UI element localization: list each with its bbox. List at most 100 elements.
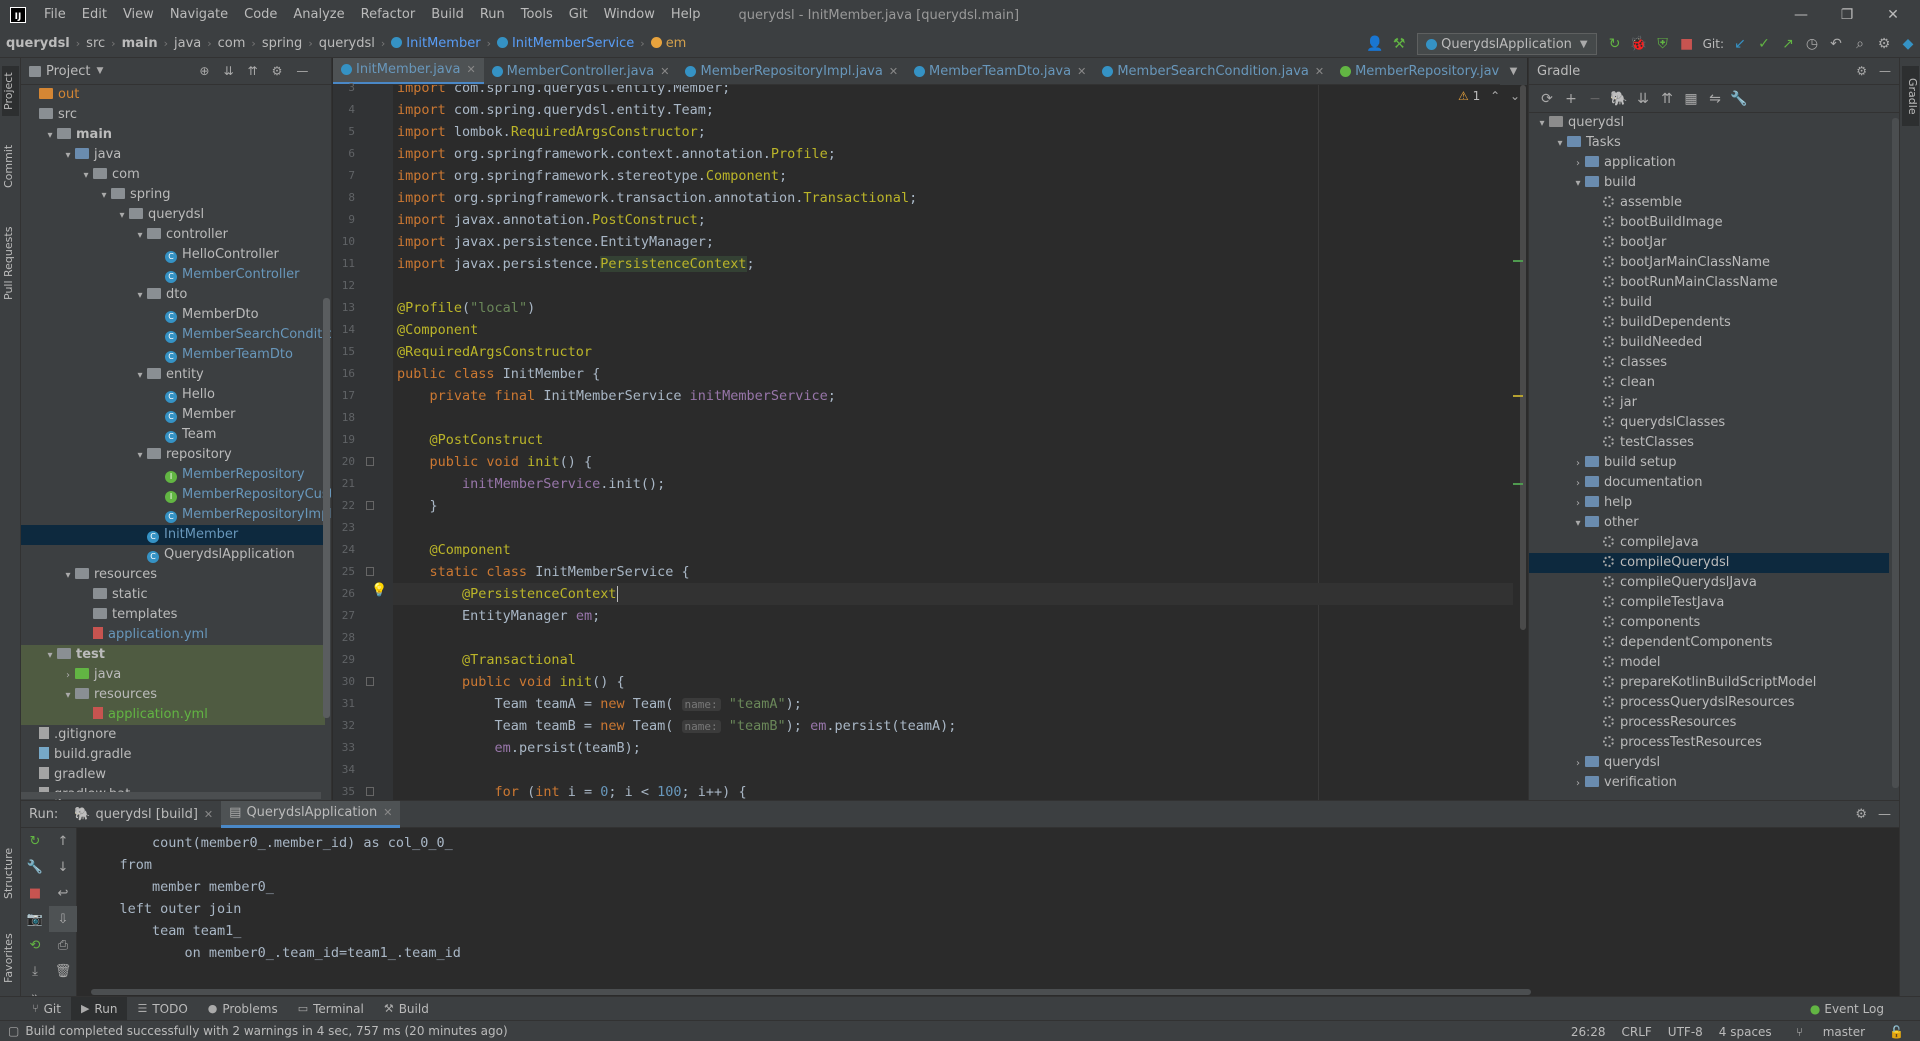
gradle-tree-item[interactable]: ▾ build <box>1529 173 1889 193</box>
code-line[interactable]: @Component <box>397 319 478 341</box>
gear-icon[interactable]: ⚙ <box>1856 64 1867 78</box>
project-tree-item[interactable]: .gitignore <box>21 725 325 745</box>
project-tree-item[interactable]: out <box>21 85 325 105</box>
gear-icon[interactable]: ⚙ <box>272 64 283 78</box>
gradle-tree-item[interactable]: › querydsl <box>1529 753 1889 773</box>
code-line[interactable]: initMemberService.init(); <box>397 473 665 495</box>
wrench-icon[interactable]: 🔧 <box>1727 87 1751 111</box>
gradle-tree-item[interactable]: querydslClasses <box>1529 413 1889 433</box>
project-tree-item[interactable]: › java <box>21 665 325 685</box>
project-tree-item[interactable]: ▾ controller <box>21 225 325 245</box>
code-line[interactable]: em.persist(teamB); <box>397 737 641 759</box>
project-tree-item[interactable]: ▾ resources <box>21 685 325 705</box>
collapse-all-icon[interactable]: ⇈ <box>248 64 258 78</box>
gradle-tree-item[interactable]: processQuerydslResources <box>1529 693 1889 713</box>
gradle-tree-item[interactable]: › verification <box>1529 773 1889 793</box>
add-icon[interactable]: + <box>1559 87 1583 111</box>
gradle-tree-item[interactable]: compileQuerydslJava <box>1529 573 1889 593</box>
code-line[interactable]: import com.spring.querydsl.entity.Team; <box>397 99 714 121</box>
project-tree-item[interactable]: src <box>21 105 325 125</box>
code-line[interactable]: import org.springframework.context.annot… <box>397 143 836 165</box>
warning-indicator[interactable]: ⚠ 1 ⌃ ⌄ <box>1458 89 1520 103</box>
caret-position[interactable]: 26:28 <box>1563 1025 1614 1039</box>
gradle-tree-item[interactable]: compileJava <box>1529 533 1889 553</box>
gradle-tree-item[interactable]: ▾ Tasks <box>1529 133 1889 153</box>
close-tab-icon[interactable]: ✕ <box>1077 65 1086 78</box>
breadcrumb-main[interactable]: main <box>116 36 158 51</box>
code-line[interactable]: public void init() { <box>397 671 625 693</box>
code-line[interactable]: import org.springframework.transaction.a… <box>397 187 917 209</box>
gradle-tree-item[interactable]: ▾ other <box>1529 513 1889 533</box>
rerun-icon[interactable]: ↻ <box>1603 32 1627 56</box>
chevron-icon[interactable]: ▾ <box>115 206 129 226</box>
breadcrumb-querydsl[interactable]: querydsl <box>313 36 375 51</box>
code-line[interactable]: EntityManager em; <box>397 605 600 627</box>
menu-analyze[interactable]: Analyze <box>285 0 352 30</box>
lock-icon[interactable]: 🔓 <box>1881 1025 1912 1039</box>
gradle-scrollbar[interactable] <box>1892 118 1899 788</box>
gradle-tree-item[interactable]: build <box>1529 293 1889 313</box>
gradle-tree-item[interactable]: processTestResources <box>1529 733 1889 753</box>
chevron-icon[interactable]: ▾ <box>97 186 111 206</box>
remove-icon[interactable]: − <box>1583 87 1607 111</box>
pull-requests-tool-tab[interactable]: Pull Requests <box>2 213 19 313</box>
stop-icon[interactable]: ■ <box>1675 32 1699 56</box>
chevron-icon[interactable]: ▾ <box>133 286 147 306</box>
gradle-tree-item[interactable]: model <box>1529 653 1889 673</box>
menu-edit[interactable]: Edit <box>74 0 115 30</box>
locate-icon[interactable]: ⊕ <box>199 64 209 78</box>
project-tree-item[interactable]: ▾ dto <box>21 285 325 305</box>
chevron-icon[interactable]: ▾ <box>61 146 75 166</box>
editor-tab[interactable]: MemberTeamDto.java ✕ <box>906 58 1094 84</box>
project-tree-item[interactable]: ▾ entity <box>21 365 325 385</box>
code-line[interactable]: } <box>397 495 438 517</box>
project-tree-item[interactable]: C MemberRepositoryImpl <box>21 505 331 525</box>
menu-git[interactable]: Git <box>561 0 596 30</box>
menu-tools[interactable]: Tools <box>513 0 561 30</box>
chevron-icon[interactable]: › <box>1571 154 1585 174</box>
git-push-icon[interactable]: ↗ <box>1776 32 1800 56</box>
editor-tab[interactable]: MemberSearchCondition.java ✕ <box>1094 58 1332 84</box>
fold-icon[interactable] <box>366 677 374 686</box>
editor-tab[interactable]: InitMember.java ✕ <box>333 58 484 84</box>
chevron-icon[interactable]: › <box>1571 454 1585 474</box>
code-line[interactable]: public class InitMember { <box>397 363 600 385</box>
project-tree-item[interactable]: ▾ spring <box>21 185 325 205</box>
menu-refactor[interactable]: Refactor <box>353 0 424 30</box>
menu-help[interactable]: Help <box>663 0 709 30</box>
close-icon[interactable]: ✕ <box>204 808 213 821</box>
bottom-tab-git[interactable]: ⑂ Git <box>22 997 71 1021</box>
chevron-icon[interactable]: ▾ <box>1571 514 1585 534</box>
group-icon[interactable]: ▦ <box>1679 87 1703 111</box>
editor-tab[interactable]: MemberController.java ✕ <box>484 58 678 84</box>
gradle-tree-item[interactable]: › build setup <box>1529 453 1889 473</box>
fold-icon[interactable] <box>366 457 374 466</box>
chevron-icon[interactable]: › <box>1571 774 1585 794</box>
menu-build[interactable]: Build <box>423 0 472 30</box>
project-tree-item[interactable]: C InitMember <box>21 525 325 545</box>
gradle-tree-item[interactable]: › help <box>1529 493 1889 513</box>
project-tree-item[interactable]: ▾ resources <box>21 565 325 585</box>
project-scrollbar[interactable] <box>323 298 330 718</box>
code-line[interactable]: import org.springframework.stereotype.Co… <box>397 165 787 187</box>
gradle-tree-item[interactable]: › application <box>1529 153 1889 173</box>
project-tree-item[interactable]: ▾ repository <box>21 445 325 465</box>
project-tree-item[interactable]: C MemberSearchCondition <box>21 325 331 345</box>
breadcrumb-com[interactable]: com <box>212 36 246 51</box>
chevron-icon[interactable]: ▾ <box>133 226 147 246</box>
project-tree-item[interactable]: I MemberRepositoryCustom <box>21 485 331 505</box>
expand-all-icon[interactable]: ⇊ <box>1631 87 1655 111</box>
chevron-icon[interactable]: › <box>1571 494 1585 514</box>
editor-tab[interactable]: MemberRepositoryImpl.java ✕ <box>677 58 906 84</box>
gradle-tree-item[interactable]: testClasses <box>1529 433 1889 453</box>
gradle-tree-item[interactable]: bootBuildImage <box>1529 213 1889 233</box>
expand-all-icon[interactable]: ⇊ <box>223 64 233 78</box>
project-tree-item[interactable]: ▾ test <box>21 645 325 665</box>
code-line[interactable]: import lombok.RequiredArgsConstructor; <box>397 121 706 143</box>
project-tool-tab[interactable]: Project <box>2 66 19 116</box>
breadcrumb-class[interactable]: InitMemberService <box>491 36 634 51</box>
menu-file[interactable]: File <box>36 0 74 30</box>
breadcrumb-project[interactable]: querydsl <box>0 36 70 51</box>
collapse-all-icon[interactable]: ⇈ <box>1655 87 1679 111</box>
bottom-tab-todo[interactable]: ☰ TODO <box>127 997 197 1021</box>
